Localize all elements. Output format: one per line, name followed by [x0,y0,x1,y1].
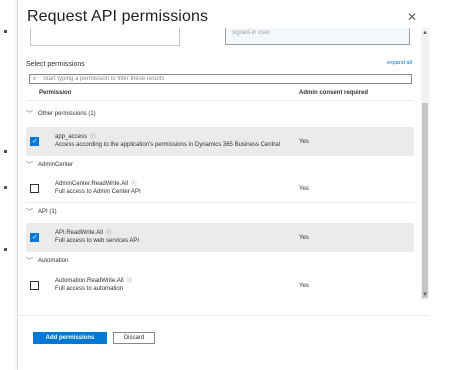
scroll-up-icon[interactable]: ▲ [421,28,429,38]
expand-all-link[interactable]: expand all [387,60,412,66]
group-header-other-permissions[interactable]: ﹀ Other permissions (1) [26,108,96,120]
permission-row-automation[interactable]: Automation.ReadWrite.All ⓘ Full access to… [26,271,414,299]
group-divider [26,155,414,156]
permission-name-row: Automation.ReadWrite.All ⓘ [55,276,132,284]
permission-description: Full access to automation [55,286,124,292]
admin-consent-value: Yes [299,283,309,289]
permission-description: Access according to the application's pe… [55,142,280,148]
group-label: AdminCenter [38,162,74,168]
admin-consent-value: Yes [299,139,309,145]
permission-checkbox[interactable] [30,184,39,193]
scrollbar-thumb[interactable] [422,103,428,298]
column-header-permission: Permission [39,90,72,96]
background-mark [4,186,7,189]
checkmark-icon: ✓ [32,234,38,241]
discard-button[interactable]: Discard [113,332,155,344]
add-permissions-button[interactable]: Add permissions [33,332,107,344]
chevron-down-icon: ﹀ [26,258,33,265]
permission-row-app-access[interactable]: ✓ app_access ⓘ Access according to the ap… [26,127,414,155]
chevron-down-icon: ﹀ [26,162,33,169]
permission-name: app_access [55,134,88,140]
group-header-automation[interactable]: ﹀ Automation [26,255,68,267]
permission-name: API.ReadWrite.All [55,230,103,236]
search-input[interactable] [41,75,411,83]
panel-title: Request API permissions [27,8,209,25]
info-icon[interactable]: ⓘ [127,278,133,284]
permission-name: AdminCenter.ReadWrite.All [55,181,128,187]
group-label: API (1) [38,209,57,215]
permission-checkbox[interactable] [30,281,39,290]
permission-row-admincenter[interactable]: AdminCenter.ReadWrite.All ⓘ Full access t… [26,174,414,202]
admin-consent-value: Yes [299,235,309,241]
group-divider [26,251,414,252]
group-label: Automation [38,258,69,264]
permission-name-row: AdminCenter.ReadWrite.All ⓘ [55,179,136,187]
chevron-down-icon: ﹀ [26,209,33,216]
background-mark [4,30,7,33]
permission-name-row: API.ReadWrite.All ⓘ [55,228,111,236]
group-divider [26,202,414,203]
permission-row-api[interactable]: ✓ API.ReadWrite.All ⓘ Full access to web … [26,223,414,251]
permission-checkbox[interactable]: ✓ [30,233,39,242]
background-mark [4,150,7,153]
footer-divider [18,315,429,316]
group-header-admincenter[interactable]: ﹀ AdminCenter [26,159,73,171]
request-api-permissions-panel: Request API permissions ✕ signed-in user… [17,0,429,370]
chevron-down-icon: ﹀ [26,111,33,118]
permission-name-row: app_access ⓘ [55,132,96,140]
admin-consent-value: Yes [299,186,309,192]
vertical-scrollbar[interactable]: ▲ ▼ [421,28,429,300]
permission-description: Full access to Admin Center API [55,189,141,195]
panel-content: signed-in user. Select permissions expan… [18,28,420,300]
permission-checkbox[interactable]: ✓ [30,137,39,146]
info-icon[interactable]: ⓘ [106,230,112,236]
group-header-api[interactable]: ﹀ API (1) [26,206,57,218]
close-icon[interactable]: ✕ [407,10,417,24]
search-icon: ⌕ [33,75,37,82]
previous-section-option[interactable]: signed-in user. [225,28,410,45]
permission-search[interactable]: ⌕ [29,74,412,84]
header-divider [26,100,414,101]
scroll-down-icon[interactable]: ▼ [421,290,429,300]
info-icon[interactable]: ⓘ [131,181,137,187]
permission-description: Full access to web services API [55,238,140,244]
select-permissions-label: Select permissions [26,61,85,68]
previous-section-box [30,28,180,46]
column-header-admin-consent: Admin consent required [299,90,369,96]
background-mark [4,248,7,251]
permission-name: Automation.ReadWrite.All [55,278,124,284]
group-label: Other permissions (1) [38,111,96,117]
checkmark-icon: ✓ [32,138,38,145]
info-icon[interactable]: ⓘ [90,134,96,140]
